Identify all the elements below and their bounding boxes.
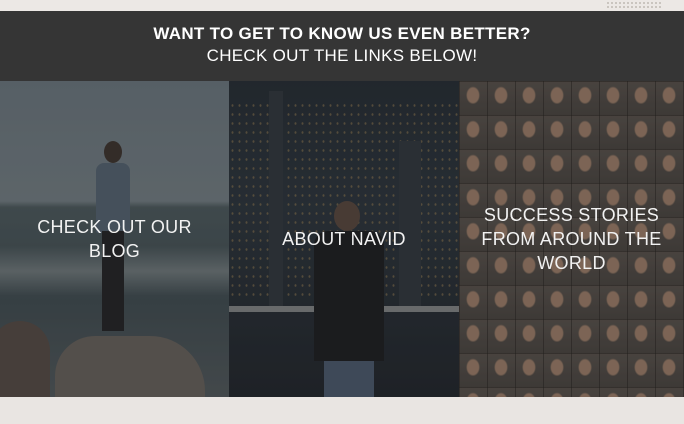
link-panels: CHECK OUT OUR BLOG ABOUT NAVID SUCCESS S…	[0, 81, 684, 397]
about-link-label: ABOUT NAVID	[282, 229, 406, 249]
header-banner: WANT TO GET TO KNOW US EVEN BETTER? CHEC…	[0, 11, 684, 81]
banner-subtitle: CHECK OUT THE LINKS BELOW!	[206, 46, 478, 65]
banner-title: WANT TO GET TO KNOW US EVEN BETTER?	[153, 24, 531, 43]
blog-link-label: CHECK OUT OUR BLOG	[37, 217, 192, 261]
dot-pattern-decoration	[606, 1, 662, 9]
success-stories-link-panel[interactable]: SUCCESS STORIES FROM AROUND THE WORLD	[459, 81, 684, 397]
success-stories-link-label: SUCCESS STORIES FROM AROUND THE WORLD	[481, 205, 662, 273]
top-strip	[0, 0, 684, 11]
page-bottom-band	[0, 397, 684, 424]
blog-link-panel[interactable]: CHECK OUT OUR BLOG	[0, 81, 229, 397]
about-link-panel[interactable]: ABOUT NAVID	[229, 81, 459, 397]
